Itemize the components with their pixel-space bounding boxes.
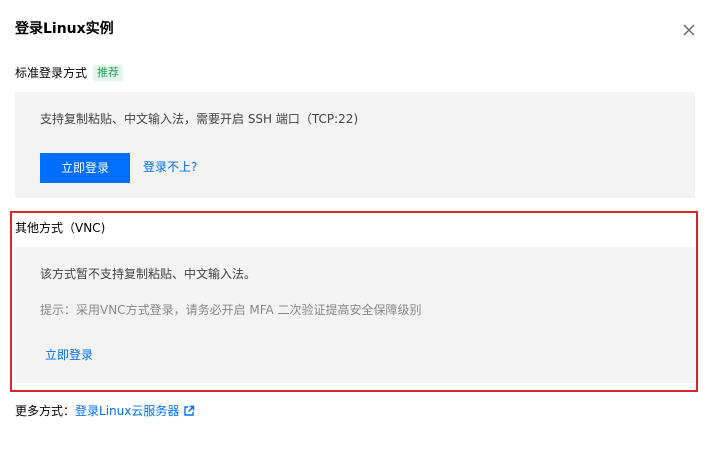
login-linux-dialog: 登录Linux实例 标准登录方式 推荐 支持复制粘贴、中文输入法，需要开启 SSH…: [0, 0, 711, 451]
recommend-badge: 推荐: [93, 65, 124, 81]
more-methods-row: 更多方式：登录Linux云服务器: [15, 403, 195, 421]
login-linux-server-link[interactable]: 登录Linux云服务器: [75, 404, 179, 418]
more-methods-label: 更多方式：: [15, 404, 76, 418]
vnc-highlight-box: [10, 211, 698, 392]
standard-login-heading-label: 标准登录方式: [15, 66, 88, 80]
dialog-title: 登录Linux实例: [15, 21, 114, 37]
standard-login-button[interactable]: 立即登录: [40, 153, 130, 183]
cant-login-link[interactable]: 登录不上?: [143, 159, 197, 175]
standard-login-description: 支持复制粘贴、中文输入法，需要开启 SSH 端口（TCP:22): [40, 112, 359, 126]
external-link-icon[interactable]: [183, 405, 195, 421]
standard-login-heading: 标准登录方式 推荐: [15, 64, 124, 82]
close-icon[interactable]: [681, 22, 697, 38]
